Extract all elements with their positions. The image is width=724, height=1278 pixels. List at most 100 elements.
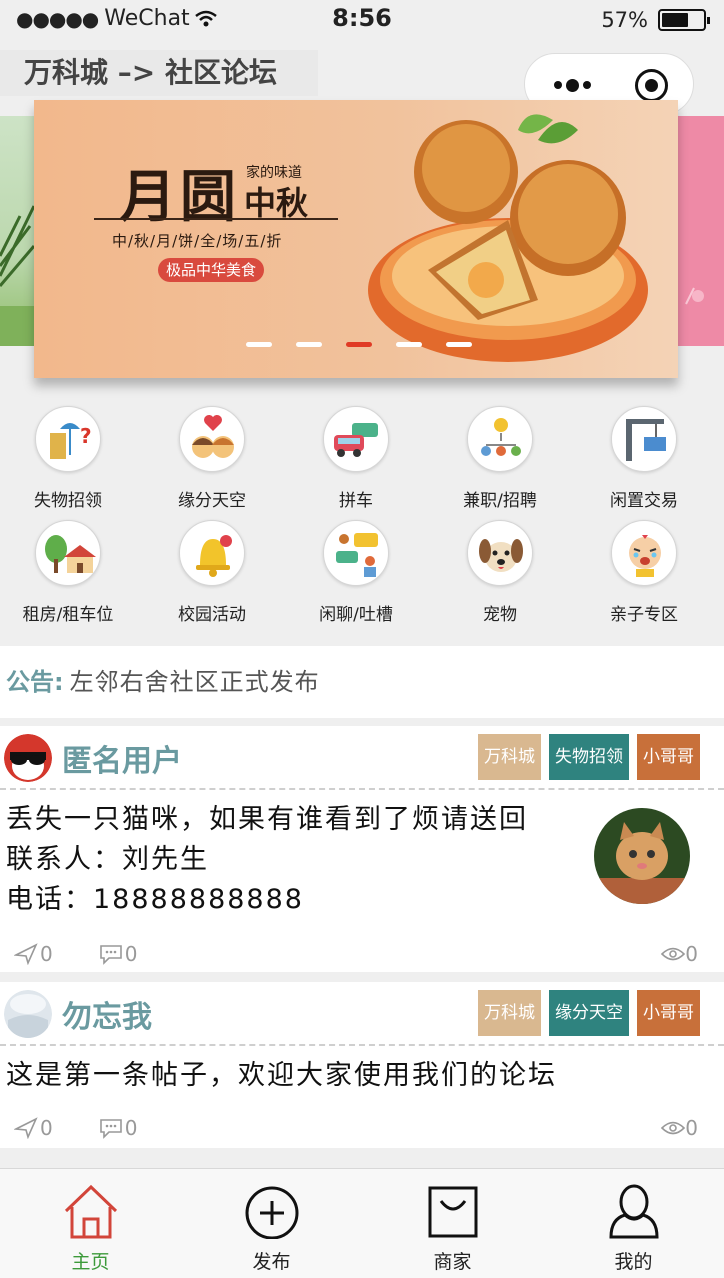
avatar[interactable] <box>4 990 52 1038</box>
category-label: 亲子专区 <box>610 605 678 625</box>
share-icon <box>14 1117 38 1139</box>
chat-people-icon <box>323 520 389 586</box>
category-romance[interactable]: 缘分天空 <box>140 406 284 511</box>
post-thumbnail[interactable] <box>594 808 690 904</box>
announcement-bar[interactable]: 公告: 左邻右舍社区正式发布 <box>0 646 724 718</box>
tag-community[interactable]: 万科城 <box>478 990 541 1036</box>
category-pets[interactable]: 宠物 <box>428 520 572 625</box>
carousel-indicator[interactable] <box>246 342 472 347</box>
post-tags: 万科城 缘分天空 小哥哥 <box>478 990 700 1036</box>
announcement-label: 公告: <box>6 668 64 696</box>
share-count: 0 <box>40 1116 53 1140</box>
lost-found-icon: ? <box>35 406 101 472</box>
tag-category[interactable]: 失物招领 <box>549 734 629 780</box>
house-tree-icon <box>35 520 101 586</box>
user-icon <box>608 1184 659 1239</box>
share-icon <box>14 943 38 965</box>
banner-prev-peek[interactable] <box>0 116 34 346</box>
category-chat[interactable]: 闲聊/吐槽 <box>284 520 428 625</box>
post-card[interactable]: 勿忘我 万科城 缘分天空 小哥哥 这是第一条帖子，欢迎大家使用我们的论坛 0 0… <box>0 982 724 1148</box>
comment-action[interactable]: 0 <box>99 942 137 966</box>
palm-leaf-icon <box>0 205 34 346</box>
share-count: 0 <box>40 942 53 966</box>
post-line: 电话：18888888888 <box>6 884 304 915</box>
post-content: 丢失一只猫咪，如果有谁看到了烦请送回 联系人：刘先生 电话：1888888888… <box>6 800 528 920</box>
category-label: 校园活动 <box>178 605 246 625</box>
share-action[interactable]: 0 <box>14 1116 53 1140</box>
crane-container-icon <box>611 406 677 472</box>
category-label: 拼车 <box>339 491 373 511</box>
category-campus[interactable]: 校园活动 <box>140 520 284 625</box>
tag-category[interactable]: 缘分天空 <box>549 990 629 1036</box>
carousel-dot[interactable] <box>246 342 272 347</box>
announcement-text: 左邻右舍社区正式发布 <box>69 668 320 696</box>
comment-count: 0 <box>124 1116 138 1140</box>
category-carpool[interactable]: 拼车 <box>284 406 428 511</box>
plus-circle-icon <box>245 1186 298 1239</box>
category-lost-found[interactable]: ? 失物招领 <box>0 406 140 511</box>
mooncake-image <box>368 114 648 362</box>
comment-action[interactable]: 0 <box>99 1116 138 1140</box>
carpool-icon <box>323 406 389 472</box>
flower-icon <box>685 287 704 305</box>
carousel-dot[interactable] <box>296 342 322 347</box>
username[interactable]: 勿忘我 <box>62 992 152 1036</box>
tab-profile[interactable]: 我的 <box>543 1169 724 1278</box>
tab-label: 主页 <box>71 1251 110 1273</box>
category-label: 兼职/招聘 <box>463 491 537 511</box>
category-label: 失物招领 <box>34 491 102 511</box>
post-stats: 0 0 <box>14 942 183 966</box>
post-line: 这是第一条帖子，欢迎大家使用我们的论坛 <box>6 1060 557 1091</box>
job-network-icon <box>467 406 533 472</box>
comment-icon <box>99 945 122 965</box>
battery-icon <box>658 9 710 31</box>
comment-icon <box>99 1119 122 1139</box>
tab-publish[interactable]: 发布 <box>181 1169 362 1278</box>
battery-percent: 57% <box>601 8 648 32</box>
tag-gender[interactable]: 小哥哥 <box>637 990 700 1036</box>
close-miniapp-icon[interactable] <box>635 69 668 102</box>
crying-baby-icon <box>611 520 677 586</box>
tab-home[interactable]: 主页 <box>0 1169 181 1278</box>
tab-label: 我的 <box>614 1251 653 1273</box>
carousel-dot-active[interactable] <box>346 342 372 347</box>
page-title: 万科城 –> 社区论坛 <box>0 50 318 96</box>
share-action[interactable]: 0 <box>14 942 53 966</box>
carousel-dot[interactable] <box>396 342 422 347</box>
post-tags: 万科城 失物招领 小哥哥 <box>478 734 700 780</box>
tab-bar: 主页 发布 商家 我的 <box>0 1168 724 1278</box>
category-parenting[interactable]: 亲子专区 <box>572 520 716 625</box>
eye-icon <box>661 947 686 961</box>
post-card[interactable]: 匿名用户 万科城 失物招领 小哥哥 丢失一只猫咪，如果有谁看到了烦请送回 联系人… <box>0 726 724 972</box>
category-jobs[interactable]: 兼职/招聘 <box>428 406 572 511</box>
bell-icon <box>179 520 245 586</box>
battery-status: 57% <box>601 8 710 32</box>
category-label: 租房/租车位 <box>22 605 114 625</box>
carousel-dot[interactable] <box>446 342 472 347</box>
category-rentals[interactable]: 租房/租车位 <box>0 520 140 625</box>
shopping-bag-icon <box>428 1186 477 1238</box>
post-line: 联系人：刘先生 <box>6 844 209 875</box>
category-secondhand[interactable]: 闲置交易 <box>572 406 716 511</box>
category-label: 缘分天空 <box>178 491 246 511</box>
tag-community[interactable]: 万科城 <box>478 734 541 780</box>
avatar[interactable] <box>4 734 52 782</box>
couple-hearts-icon <box>179 406 245 472</box>
promo-banner[interactable]: 月圆 家的味道 中秋 中/秋/月/饼/全/场/五/折 极品中华美食 <box>34 100 678 378</box>
tag-gender[interactable]: 小哥哥 <box>637 734 700 780</box>
tab-merchants[interactable]: 商家 <box>362 1169 543 1278</box>
post-stats: 0 0 <box>14 1116 183 1140</box>
banner-next-peek[interactable] <box>678 116 724 346</box>
svg-text:?: ? <box>80 424 92 448</box>
category-label: 宠物 <box>483 605 517 625</box>
dog-icon <box>467 520 533 586</box>
banner-title: 月圆 <box>120 164 240 230</box>
post-header: 匿名用户 万科城 失物招领 小哥哥 <box>0 726 724 790</box>
view-stats: 0 <box>661 942 698 966</box>
more-icon[interactable] <box>547 70 597 100</box>
username[interactable]: 匿名用户 <box>62 736 182 780</box>
category-label: 闲置交易 <box>610 491 678 511</box>
banner-subtitle: 中/秋/月/饼/全/场/五/折 <box>112 232 283 250</box>
view-count: 0 <box>685 942 698 966</box>
eye-icon <box>661 1121 686 1135</box>
